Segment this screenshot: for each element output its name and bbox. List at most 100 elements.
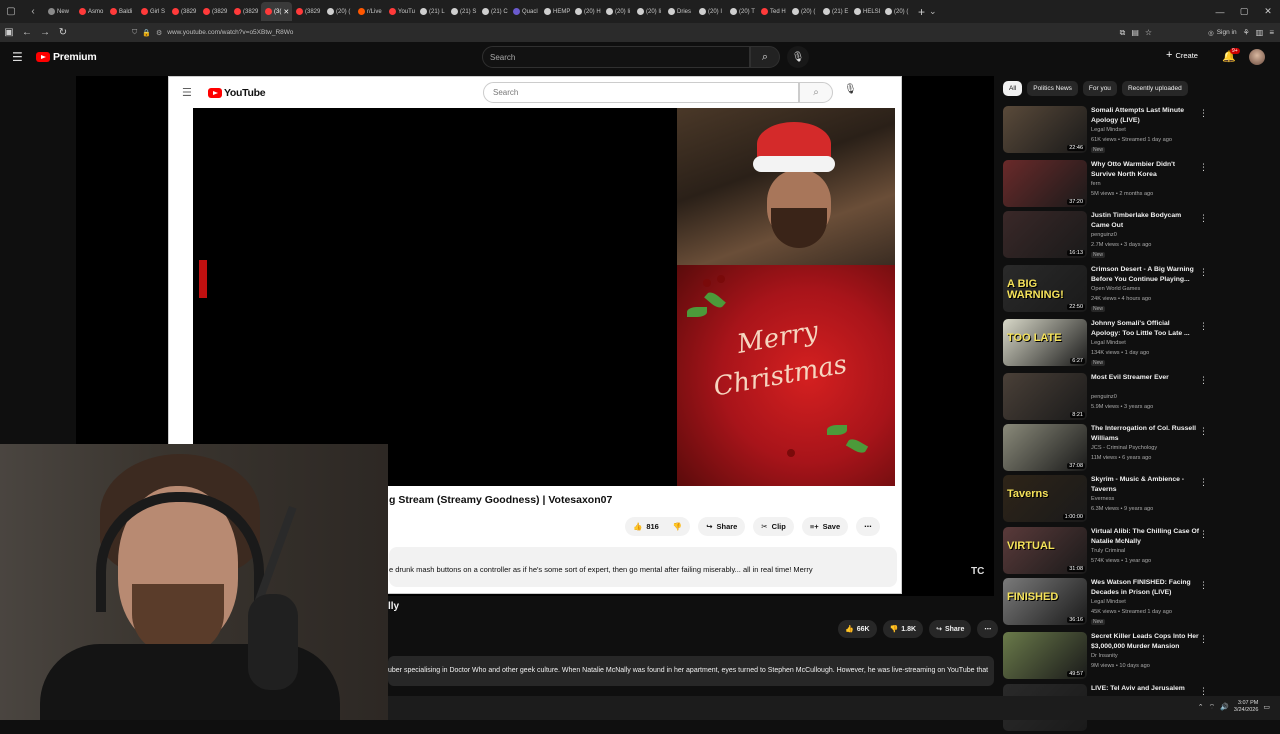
recommendation-item[interactable]: 49:57 Secret Killer Leads Cops Into Her $… [1003, 632, 1208, 682]
recommendation-title[interactable]: Crimson Desert - A Big Warning Before Yo… [1091, 265, 1199, 284]
more-vertical-icon[interactable]: ⋮ [1199, 634, 1208, 645]
channel-name[interactable]: Legal Mindset [1091, 127, 1126, 133]
video-thumbnail[interactable]: A BIG WARNING! 22:50 [1003, 265, 1087, 312]
recommendation-item[interactable]: A BIG WARNING! 22:50 Crimson Desert - A Bi… [1003, 265, 1208, 315]
recommendation-title[interactable]: Justin Timberlake Bodycam Came Out [1091, 211, 1199, 230]
channel-name[interactable]: Open World Games [1091, 286, 1140, 292]
recommendation-title[interactable]: Wes Watson FINISHED: Facing Decades in P… [1091, 578, 1199, 597]
browser-tab[interactable]: (20) H [571, 2, 602, 21]
browser-tab[interactable]: (20) ( [788, 2, 819, 21]
video-thumbnail[interactable]: 8:21 [1003, 373, 1087, 420]
more-vertical-icon[interactable]: ⋮ [1199, 162, 1208, 173]
like-button[interactable]: 👍 66K [838, 620, 877, 638]
tab-list-icon[interactable]: ⌄ [929, 6, 937, 17]
recommendation-title[interactable]: Skyrim - Music & Ambience - Taverns [1091, 475, 1199, 494]
channel-name[interactable]: JCS - Criminal Psychology [1091, 445, 1157, 451]
browser-tab[interactable]: (20) ( [881, 2, 912, 21]
more-actions-button[interactable]: ⋯ [977, 620, 999, 638]
more-vertical-icon[interactable]: ⋮ [1199, 529, 1208, 540]
reader-view-icon[interactable]: ▤ [1131, 28, 1139, 37]
clock[interactable]: 3:07 PM 3/24/2026 [1234, 700, 1258, 714]
browser-tab[interactable]: (21) E [819, 2, 850, 21]
new-tab-button[interactable]: + [918, 5, 925, 19]
maximize-button[interactable]: ▢ [1232, 0, 1256, 23]
browser-tab[interactable]: (20) Ii [602, 2, 633, 21]
more-vertical-icon[interactable]: ⋮ [1199, 267, 1208, 278]
network-icon[interactable]: ⌔ [1209, 703, 1216, 712]
browser-tab[interactable]: (21) S [447, 2, 478, 21]
browser-tab[interactable]: (21) L [416, 2, 447, 21]
recommendation-title[interactable]: Most Evil Streamer Ever [1091, 373, 1199, 383]
recommendation-title[interactable]: Why Otto Warmbier Didn't Survive North K… [1091, 160, 1199, 179]
more-vertical-icon[interactable]: ⋮ [1199, 108, 1208, 119]
more-vertical-icon[interactable]: ⋮ [1199, 375, 1208, 386]
recommendation-title[interactable]: Somali Attempts Last Minute Apology (LIV… [1091, 106, 1199, 125]
browser-menu-icon[interactable]: ≡ [1269, 28, 1274, 37]
tab-actions-icon[interactable]: ‹ [22, 0, 44, 23]
video-thumbnail[interactable]: 22:46 [1003, 106, 1087, 153]
dislike-button[interactable]: 👎 1.8K [882, 620, 924, 638]
browser-tab[interactable]: (20) I [695, 2, 726, 21]
channel-name[interactable]: Everness [1091, 496, 1114, 502]
close-tab-icon[interactable]: ✕ [283, 8, 292, 16]
channel-name[interactable]: Dr Insanity [1091, 653, 1118, 659]
video-thumbnail[interactable]: 37:20 [1003, 160, 1087, 207]
recommendation-title[interactable]: The Interrogation of Col. Russell Willia… [1091, 424, 1199, 443]
browser-tab[interactable]: (20) T [726, 2, 757, 21]
browser-tab[interactable]: (20) ( [323, 2, 354, 21]
search-input[interactable]: Search [482, 46, 750, 68]
browser-tab[interactable]: (21) C [478, 2, 509, 21]
more-vertical-icon[interactable]: ⋮ [1199, 426, 1208, 437]
recommendation-title[interactable]: LIVE: Tel Aviv and Jerusalem [1091, 684, 1199, 694]
video-thumbnail[interactable]: 49:57 [1003, 632, 1087, 679]
browser-tab[interactable]: (3829 [168, 2, 199, 21]
minimize-button[interactable]: — [1208, 0, 1232, 23]
browser-tab[interactable]: Baldi [106, 2, 137, 21]
voice-search-button[interactable]: 🎙 [787, 46, 809, 68]
filter-chip[interactable]: Recently uploaded [1121, 81, 1188, 96]
sidebar-toggle-icon[interactable]: ▣ [0, 23, 18, 42]
notifications-icon[interactable]: ▭ [1263, 703, 1270, 711]
video-thumbnail[interactable]: 37:08 [1003, 424, 1087, 471]
channel-name[interactable]: Legal Mindset [1091, 340, 1126, 346]
browser-tab[interactable]: YouTu [385, 2, 416, 21]
recommendation-title[interactable]: Secret Killer Leads Cops Into Her $3,000… [1091, 632, 1199, 651]
extensions-icon[interactable]: ⚘ [1243, 28, 1250, 37]
browser-tab[interactable]: New [44, 2, 75, 21]
video-thumbnail[interactable]: Taverns 1:00:00 [1003, 475, 1087, 522]
youtube-premium-logo[interactable]: Premium [36, 51, 97, 63]
avatar[interactable] [1249, 49, 1265, 65]
window-menu-icon[interactable]: ▢ [0, 0, 22, 23]
browser-tab[interactable]: (3829 [230, 2, 261, 21]
browser-tab[interactable]: (3829 [292, 2, 323, 21]
sign-in-button[interactable]: ◎ Sign in [1208, 29, 1237, 37]
tray-chevron-icon[interactable]: ⌃ [1198, 703, 1204, 711]
bookmark-star-icon[interactable]: ☆ [1145, 28, 1152, 37]
channel-name[interactable]: fern [1091, 181, 1101, 187]
browser-tab[interactable]: (3(✕ [261, 2, 292, 21]
channel-name[interactable]: Truly Criminal [1091, 548, 1125, 554]
browser-tab[interactable]: (20) Ii [633, 2, 664, 21]
browser-tab[interactable]: HEMP [540, 2, 571, 21]
channel-name[interactable]: penguinz0 [1091, 394, 1117, 400]
back-icon[interactable]: ← [18, 23, 36, 42]
recommendation-item[interactable]: 22:46 Somali Attempts Last Minute Apology… [1003, 106, 1208, 156]
browser-tab[interactable]: HELSI [850, 2, 881, 21]
video-thumbnail[interactable]: VIRTUAL 31:08 [1003, 527, 1087, 574]
search-button[interactable]: ⌕ [750, 46, 780, 68]
browser-tab[interactable]: Asmo [75, 2, 106, 21]
recommendation-item[interactable]: FINISHED 36:16 Wes Watson FINISHED: Facing… [1003, 578, 1208, 628]
channel-name[interactable]: Legal Mindset [1091, 599, 1126, 605]
video-thumbnail[interactable]: TOO LATE 6:27 [1003, 319, 1087, 366]
video-thumbnail[interactable]: FINISHED 36:16 [1003, 578, 1087, 625]
recommendation-item[interactable]: 8:21 Most Evil Streamer Ever penguinz0 5.9M… [1003, 373, 1208, 423]
filter-chip[interactable]: For you [1082, 81, 1117, 96]
browser-tab[interactable]: (3829 [199, 2, 230, 21]
share-button[interactable]: ↪ Share [929, 620, 972, 638]
site-settings-icon[interactable]: ⚙ [156, 29, 162, 37]
shield-icon[interactable]: ⛉ [132, 29, 137, 37]
filter-chip[interactable]: Politics News [1027, 81, 1078, 96]
browser-tab[interactable]: Quacl [509, 2, 540, 21]
url-field[interactable]: www.youtube.com/watch?v=o5XBtw_R8Wo [167, 29, 293, 36]
recommendation-item[interactable]: Taverns 1:00:00 Skyrim - Music & Ambience … [1003, 475, 1208, 525]
